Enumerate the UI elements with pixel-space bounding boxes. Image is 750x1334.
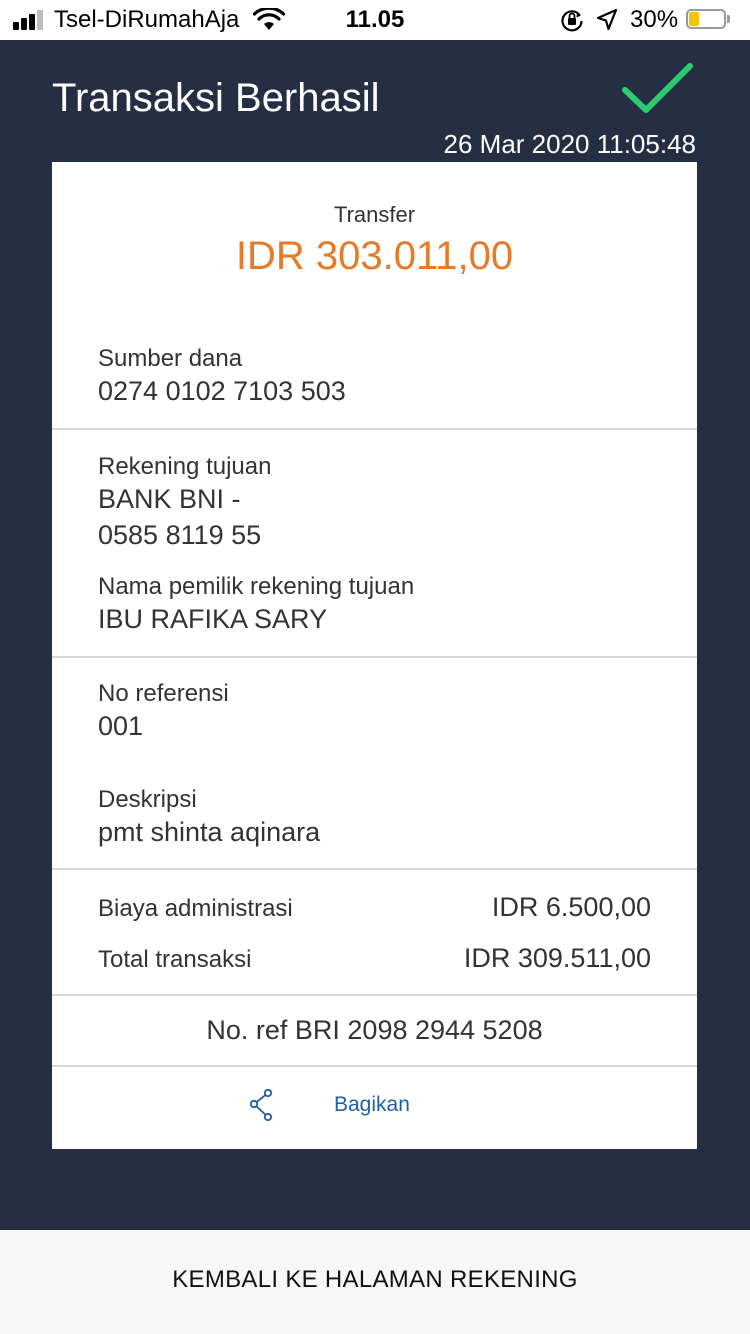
total-label: Total transaksi <box>98 946 252 973</box>
admin-fee-value: IDR 6.500,00 <box>491 892 651 922</box>
status-bar: Tsel-DiRumahAja 11.05 30% <box>0 0 750 40</box>
destination-label: Rekening tujuan <box>98 453 272 480</box>
transfer-amount: IDR 303.011,00 <box>235 234 514 278</box>
description-value: pmt shinta aqinara <box>98 817 321 847</box>
reference-value: 001 <box>98 711 144 741</box>
divider <box>52 1065 697 1067</box>
source-value: 0274 0102 7103 503 <box>98 376 346 406</box>
admin-fee-label: Biaya administrasi <box>98 895 293 922</box>
destination-account: 0585 8119 55 <box>98 520 262 550</box>
receipt-card: Transfer IDR 303.011,00 Sumber dana 0274… <box>52 162 697 1149</box>
divider <box>52 428 697 430</box>
divider <box>52 868 697 870</box>
reference-label: No referensi <box>98 680 229 707</box>
check-icon <box>622 63 693 113</box>
share-button[interactable]: Bagikan <box>334 1093 410 1117</box>
bottom-bar: KEMBALI KE HALAMAN REKENING <box>0 1230 750 1334</box>
transaction-type: Transfer <box>333 202 416 227</box>
location-icon <box>596 8 618 31</box>
page-title: Transaksi Berhasil <box>52 76 380 120</box>
source-label: Sumber dana <box>98 345 243 372</box>
divider <box>52 656 697 658</box>
bri-reference-number: No. ref BRI 2098 2944 5208 <box>206 1015 543 1045</box>
description-label: Deskripsi <box>98 786 197 813</box>
total-value: IDR 309.511,00 <box>463 943 651 973</box>
back-to-account-button[interactable]: KEMBALI KE HALAMAN REKENING <box>0 1266 750 1294</box>
battery-percent: 30% <box>630 6 679 33</box>
share-icon[interactable] <box>247 1088 275 1122</box>
rotation-lock-icon <box>561 10 583 32</box>
divider <box>52 994 697 996</box>
battery-icon <box>686 9 732 31</box>
destination-bank: BANK BNI - <box>98 484 241 514</box>
transaction-datetime: 26 Mar 2020 11:05:48 <box>443 129 696 159</box>
owner-label: Nama pemilik rekening tujuan <box>98 573 415 600</box>
owner-value: IBU RAFIKA SARY <box>98 604 328 634</box>
